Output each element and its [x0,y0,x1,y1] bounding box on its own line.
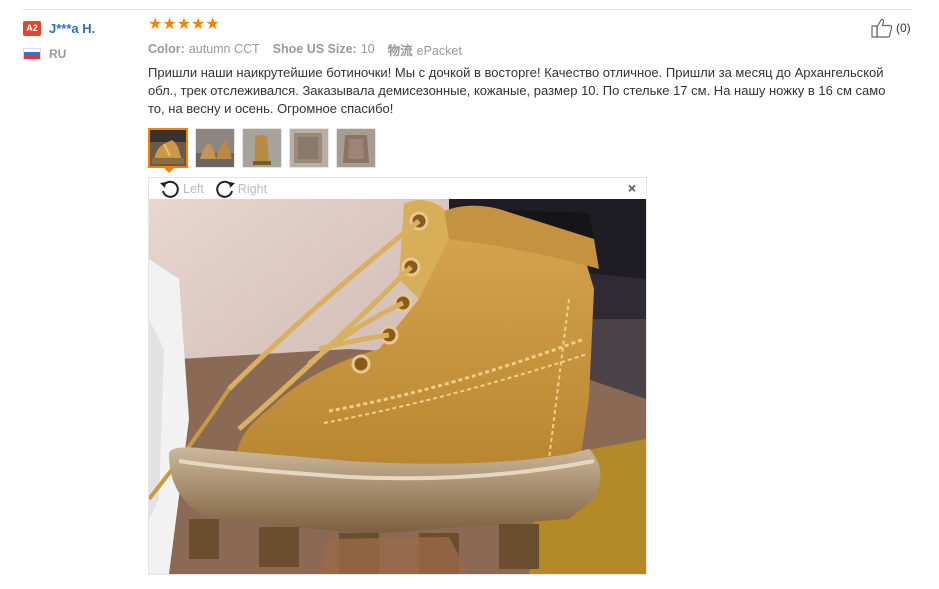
rotate-left-icon [160,180,179,198]
active-thumbnail-pointer [164,168,174,173]
rotate-left-label: Left [183,181,204,196]
viewer-toolbar: Left Right × [149,178,646,199]
buyer-level-badge: A2 [23,20,41,36]
star-icon: ★ [176,16,192,33]
logistics-value: ePacket [416,43,462,58]
rotate-left-button[interactable]: Left [159,179,204,199]
star-icon: ★ [148,16,163,33]
helpful-count: (0) [896,21,911,35]
thumbnail-photo-4[interactable] [289,128,329,168]
rotate-right-button[interactable]: Right [214,179,267,199]
star-icon: ★ [162,16,177,33]
rotate-right-icon [216,180,235,198]
star-icon: ★ [205,16,220,33]
rotate-right-label: Right [237,181,268,196]
photo-viewer: Left Right × [148,177,647,575]
thumbnail-photo-1[interactable] [148,128,188,168]
top-divider [22,9,912,10]
buyer-name: J***a H. [49,20,96,36]
thumbnail-photo-3[interactable] [242,128,282,168]
thumbs-up-icon [871,18,893,38]
star-icon: ★ [191,16,206,33]
size-value: 10 [360,42,375,56]
order-info: Color: autumn CCT Shoe US Size: 10 物流 ePack… [148,40,888,58]
review-photo [149,199,646,574]
buyer-info: A2 J***a H. RU [23,18,133,64]
size-label: Shoe US Size: [272,42,357,56]
russia-flag-icon [23,48,41,60]
thumbnail-photo-5[interactable] [336,128,376,168]
color-label: Color: [148,42,185,56]
color-value: autumn CCT [188,42,260,56]
logistics-label: 物流 [387,43,413,58]
helpful-button[interactable]: (0) [871,18,911,38]
review-text: Пришли наши наикрутейшие ботиночки! Мы с… [148,65,886,116]
review-content: ★ ★ ★ ★ ★ Color: autumn CCT Shoe US Size: 10 物… [148,14,888,118]
photo-thumbnails [148,128,383,168]
buyer-country: RU [49,47,67,61]
thumbnail-photo-2[interactable] [195,128,235,168]
star-rating: ★ ★ ★ ★ ★ [148,14,888,36]
close-viewer-button[interactable]: × [628,181,636,195]
